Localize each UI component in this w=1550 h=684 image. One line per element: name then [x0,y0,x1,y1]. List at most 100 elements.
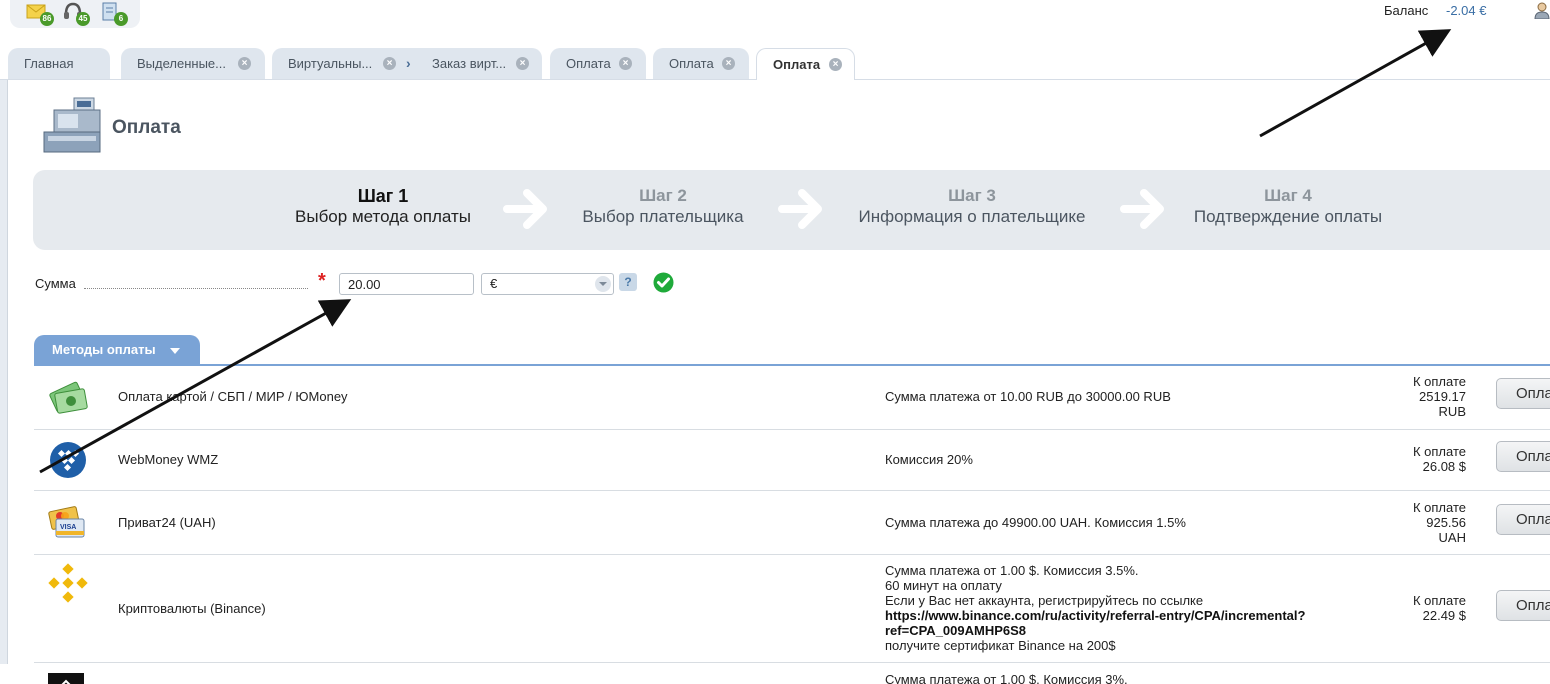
annotation-arrow-balance [1259,29,1452,138]
tab-label[interactable]: Заказ вирт... [432,48,506,79]
amount-due-value: 2519.17 [1419,389,1466,404]
required-mark: * [318,270,326,292]
tab-payment-1[interactable]: Оплата × [550,48,646,79]
user-avatar-icon[interactable] [1534,1,1550,20]
step-number: Шаг 1 [357,186,409,206]
svg-text:VISA: VISA [60,524,76,531]
step-number: Шаг 2 [639,186,687,205]
cash-register-icon [40,96,102,156]
desc-line: Если у Вас нет аккаунта, регистрируйтесь… [885,593,1204,608]
close-icon[interactable]: × [619,57,632,70]
close-icon[interactable]: × [722,57,735,70]
document-icon[interactable]: 6 [100,2,128,26]
tab-label: Оплата [669,56,714,71]
pay-button[interactable]: Опла [1496,378,1550,409]
amount-due-label: К оплате [1412,444,1466,459]
method-name: Приват24 (UAH) [118,515,216,530]
amount-due-currency: UAH [1438,530,1466,545]
help-icon[interactable]: ? [619,273,637,291]
close-icon[interactable]: × [238,57,251,70]
close-icon[interactable]: × [829,58,842,71]
chevron-right-icon: › [406,55,411,71]
step-desc: Выбор плательщика [582,207,744,226]
referral-link[interactable]: https://www.binance.com/ru/activity/refe… [885,608,1305,638]
tab-home[interactable]: Главная [8,48,110,79]
amount-due-value: 26.08 $ [1422,459,1466,474]
amount-due-currency: RUB [1438,404,1466,419]
pay-button[interactable]: Опла [1496,590,1550,621]
desc-line: Сумма платежа от 1.00 $. Комиссия 3%. [885,672,1128,684]
step-1: Шаг 1 Выбор метода оплаты [288,186,478,228]
crypto-logo-icon [46,673,86,684]
close-icon[interactable]: × [516,57,529,70]
chevron-down-icon [595,276,611,292]
payment-method-row: Оплата картой / СБП / МИР / ЮMoney Сумма… [34,366,1550,430]
payment-methods-label: Методы оплаты [52,342,156,357]
amount-due-value: 22.49 $ [1422,608,1466,623]
amount-due: К оплате 26.08 $ [1413,444,1466,474]
tab-dedicated[interactable]: Выделенные... × [121,48,265,79]
amount-due-label: К оплате [1412,374,1466,389]
tab-virtual[interactable]: Виртуальны... × › Заказ вирт... × [272,48,542,79]
payment-method-row: WebMoney WMZ Комиссия 20% К оплате 26.08… [34,430,1550,491]
tab-label: Оплата [773,57,821,72]
binance-icon [46,561,90,605]
referral-link-line[interactable]: https://www.binance.com/ru/activity/refe… [885,608,1305,623]
desc-line: Комиссия 20% [885,452,973,467]
step-arrow-icon [503,189,547,229]
pay-button[interactable]: Опла [1496,441,1550,472]
payment-method-row: VISA Приват24 (UAH) Сумма платежа до 499… [34,491,1550,555]
pay-button[interactable]: Опла [1496,504,1550,535]
support-badge: 45 [76,12,90,26]
amount-due-label: К оплате [1412,593,1466,608]
method-name: WebMoney WMZ [118,452,219,467]
balance-label: Баланс [1384,3,1429,18]
method-name: Криптовалюты (Binance) [118,601,266,616]
tab-label: Выделенные... [137,56,226,71]
page-title: Оплата [112,117,181,138]
step-number: Шаг 4 [1264,186,1312,205]
amount-due-value: 925.56 [1426,515,1466,530]
method-description: Сумма платежа до 49900.00 UAH. Комиссия … [885,515,1186,530]
step-desc: Выбор метода оплаты [295,207,471,226]
step-desc: Подтверждение оплаты [1193,207,1383,226]
close-icon[interactable]: × [383,57,396,70]
method-description: Сумма платежа от 10.00 RUB до 30000.00 R… [885,389,1171,404]
balance-value[interactable]: -2.04 € [1446,3,1486,18]
tab-payment-2[interactable]: Оплата × [653,48,749,79]
payment-methods-tab[interactable]: Методы оплаты [34,335,200,365]
credit-cards-icon: VISA [46,501,90,545]
webmoney-icon [46,438,90,482]
document-badge: 6 [114,12,128,26]
caret-down-icon [170,348,180,354]
amount-input[interactable] [339,273,474,295]
payment-method-row: Сумма платежа от 1.00 $. Комиссия 3%. [34,663,1550,684]
step-3: Шаг 3 Информация о плательщике [848,186,1096,228]
method-description: Комиссия 20% [885,452,973,467]
method-description: Сумма платежа от 1.00 $. Комиссия 3%. [885,672,1128,684]
tab-label: Виртуальны... [288,56,373,71]
amount-due: К оплате 2519.17 RUB [1413,374,1466,419]
referral-link-line[interactable]: ref=CPA_009AMHP6S8 [885,623,1026,638]
desc-line: Сумма платежа от 10.00 RUB до 30000.00 R… [885,389,1171,404]
left-sidebar-collapsed[interactable] [0,80,8,664]
step-2: Шаг 2 Выбор плательщика [573,186,753,228]
amount-label: Сумма [35,276,76,291]
method-name: Оплата картой / СБП / МИР / ЮMoney [118,389,348,404]
currency-select[interactable]: € [481,273,614,295]
mail-icon[interactable]: 86 [26,2,54,26]
step-4: Шаг 4 Подтверждение оплаты [1188,186,1388,228]
currency-value: € [490,276,498,291]
amount-due: К оплате 925.56 UAH [1413,500,1466,545]
tab-payment-active[interactable]: Оплата × [756,48,855,80]
tab-label: Оплата [566,56,611,71]
cash-money-icon [46,375,90,419]
desc-line: Сумма платежа до 49900.00 UAH. Комиссия … [885,515,1186,530]
amount-due-label: К оплате [1412,500,1466,515]
support-icon[interactable]: 45 [62,2,90,26]
top-toolbar: 86 45 6 [10,0,140,28]
amount-due: К оплате 22.49 $ [1413,593,1466,623]
step-desc: Информация о плательщике [858,207,1086,226]
step-number: Шаг 3 [948,186,996,205]
desc-line: Сумма платежа от 1.00 $. Комиссия 3.5%. [885,563,1139,578]
